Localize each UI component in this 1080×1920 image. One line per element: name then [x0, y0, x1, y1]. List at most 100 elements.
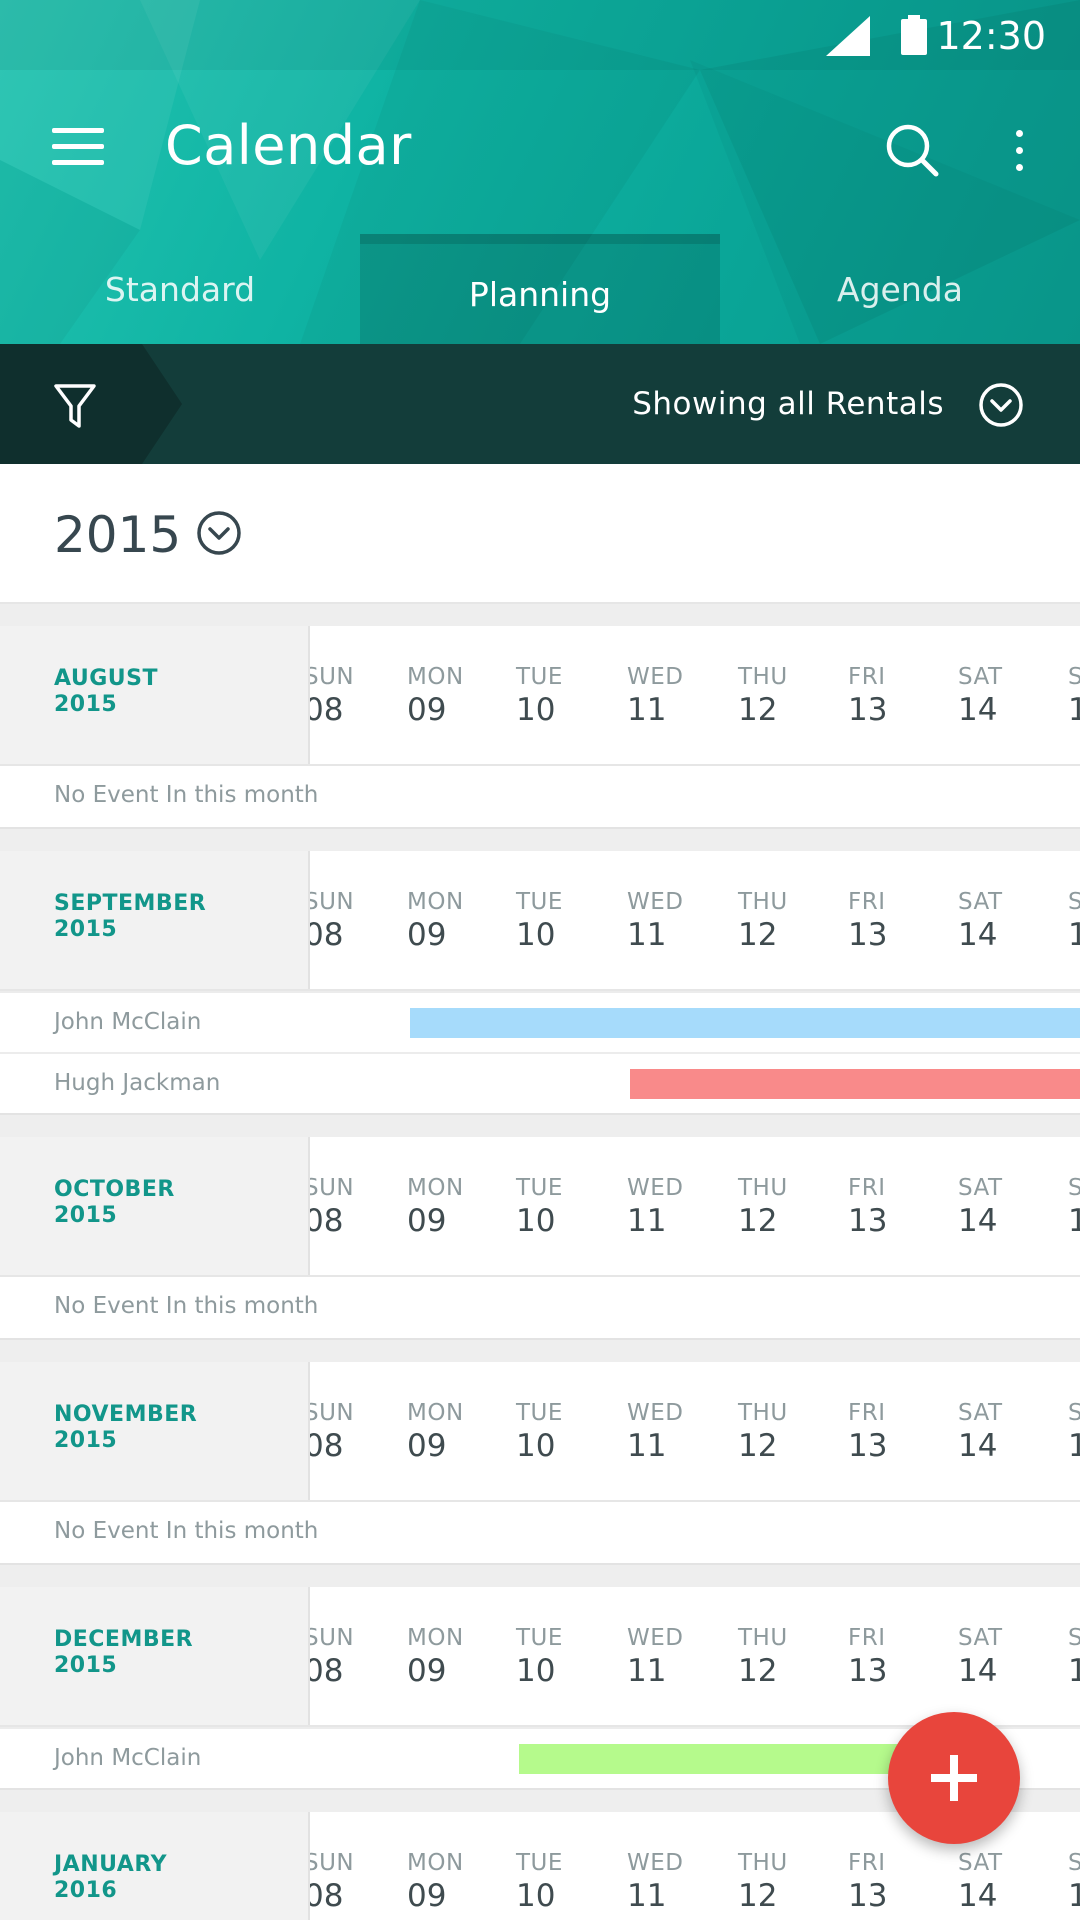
- filter-label[interactable]: Showing all Rentals: [632, 386, 944, 422]
- day-column[interactable]: WED 11: [627, 1850, 683, 1914]
- tab-standard[interactable]: Standard: [0, 234, 360, 344]
- day-name: MON: [407, 889, 464, 915]
- day-column[interactable]: SAT 14: [958, 1850, 1003, 1914]
- day-name: FRI: [848, 889, 886, 915]
- day-column[interactable]: SAT 14: [958, 1625, 1003, 1689]
- day-column[interactable]: FRI 13: [848, 1400, 887, 1464]
- month-name: JANUARY: [54, 1852, 168, 1877]
- day-column[interactable]: WED 11: [627, 889, 683, 953]
- month-label: OCTOBER 2015: [0, 1137, 310, 1275]
- day-column[interactable]: SUN 15: [1068, 1400, 1080, 1464]
- day-number: 14: [958, 1428, 998, 1464]
- day-column[interactable]: MON 09: [407, 664, 464, 728]
- day-column[interactable]: TUE 10: [516, 889, 563, 953]
- day-column[interactable]: SUN 08: [304, 1625, 354, 1689]
- day-column[interactable]: MON 09: [407, 1400, 464, 1464]
- filter-icon[interactable]: [53, 382, 97, 430]
- day-column[interactable]: SAT 14: [958, 1400, 1003, 1464]
- day-column[interactable]: SAT 14: [958, 1175, 1003, 1239]
- more-vert-icon[interactable]: [1002, 128, 1036, 174]
- day-name: SAT: [958, 664, 1003, 690]
- day-name: SUN: [1068, 664, 1080, 690]
- day-column[interactable]: TUE 10: [516, 1175, 563, 1239]
- day-column[interactable]: SUN 08: [304, 1850, 354, 1914]
- day-column[interactable]: WED 11: [627, 1175, 683, 1239]
- event-row[interactable]: Hugh Jackman: [0, 1052, 1080, 1113]
- month-year: 2015: [54, 692, 118, 717]
- day-column[interactable]: SUN 08: [304, 664, 354, 728]
- day-column[interactable]: SUN 15: [1068, 1175, 1080, 1239]
- tab-agenda[interactable]: Agenda: [720, 234, 1080, 344]
- day-name: TUE: [516, 1850, 563, 1876]
- hamburger-menu-icon[interactable]: [52, 128, 108, 168]
- day-column[interactable]: THU 12: [738, 889, 788, 953]
- month-name: NOVEMBER: [54, 1402, 198, 1427]
- event-row[interactable]: John McClain: [0, 991, 1080, 1052]
- day-name: WED: [627, 1625, 684, 1651]
- day-column[interactable]: FRI 13: [848, 664, 887, 728]
- day-column[interactable]: MON 09: [407, 1175, 464, 1239]
- day-number: 12: [738, 692, 778, 728]
- day-column[interactable]: MON 09: [407, 1625, 464, 1689]
- event-bar[interactable]: [519, 1744, 898, 1774]
- tab-planning[interactable]: Planning: [360, 234, 720, 344]
- day-number: 08: [304, 1653, 344, 1689]
- day-name: SUN: [304, 1175, 355, 1201]
- app-title: Calendar: [165, 114, 412, 177]
- month-year: 2016: [54, 1878, 118, 1903]
- chevron-down-circle-icon[interactable]: [978, 382, 1024, 428]
- day-column[interactable]: TUE 10: [516, 1400, 563, 1464]
- day-column[interactable]: FRI 13: [848, 1850, 887, 1914]
- day-column[interactable]: THU 12: [738, 664, 788, 728]
- day-column[interactable]: SUN 15: [1068, 1850, 1080, 1914]
- day-number: 09: [407, 692, 447, 728]
- day-name: WED: [627, 889, 684, 915]
- day-column[interactable]: FRI 13: [848, 1625, 887, 1689]
- day-column[interactable]: TUE 10: [516, 1625, 563, 1689]
- day-number: 11: [627, 692, 667, 728]
- event-bar[interactable]: [410, 1008, 1080, 1038]
- day-name: TUE: [516, 1175, 563, 1201]
- day-name: WED: [627, 664, 684, 690]
- day-number: 11: [627, 1203, 667, 1239]
- day-name: FRI: [848, 1850, 886, 1876]
- day-column[interactable]: FRI 13: [848, 889, 887, 953]
- day-column[interactable]: WED 11: [627, 1400, 683, 1464]
- no-event-text: No Event In this month: [54, 1518, 319, 1544]
- day-name: MON: [407, 1625, 464, 1651]
- day-name: THU: [738, 1400, 788, 1426]
- day-column[interactable]: TUE 10: [516, 664, 563, 728]
- day-column[interactable]: SUN 08: [304, 1400, 354, 1464]
- day-column[interactable]: THU 12: [738, 1850, 788, 1914]
- day-column[interactable]: FRI 13: [848, 1175, 887, 1239]
- day-column[interactable]: SAT 14: [958, 664, 1003, 728]
- day-name: SAT: [958, 1625, 1003, 1651]
- day-column[interactable]: MON 09: [407, 1850, 464, 1914]
- year-selector[interactable]: 2015: [0, 464, 1080, 604]
- day-number: 13: [848, 1653, 888, 1689]
- day-column[interactable]: SAT 14: [958, 889, 1003, 953]
- day-number: 08: [304, 1428, 344, 1464]
- day-column[interactable]: WED 11: [627, 664, 683, 728]
- day-number: 08: [304, 1878, 344, 1914]
- day-column[interactable]: THU 12: [738, 1400, 788, 1464]
- event-bar[interactable]: [630, 1069, 1080, 1099]
- year-chevron-down-circle-icon[interactable]: [196, 510, 242, 556]
- search-icon[interactable]: [884, 122, 940, 178]
- month-name: SEPTEMBER: [54, 891, 207, 916]
- day-column[interactable]: SUN 15: [1068, 1625, 1080, 1689]
- month-label: DECEMBER 2015: [0, 1587, 310, 1725]
- day-column[interactable]: SUN 15: [1068, 889, 1080, 953]
- add-event-button[interactable]: [888, 1712, 1020, 1844]
- day-column[interactable]: SUN 15: [1068, 664, 1080, 728]
- day-column[interactable]: THU 12: [738, 1175, 788, 1239]
- day-column[interactable]: MON 09: [407, 889, 464, 953]
- day-column[interactable]: THU 12: [738, 1625, 788, 1689]
- day-column[interactable]: TUE 10: [516, 1850, 563, 1914]
- day-column[interactable]: SUN 08: [304, 889, 354, 953]
- day-number: 13: [848, 1428, 888, 1464]
- day-column[interactable]: WED 11: [627, 1625, 683, 1689]
- day-name: TUE: [516, 664, 563, 690]
- day-column[interactable]: SUN 08: [304, 1175, 354, 1239]
- day-name: SUN: [304, 664, 355, 690]
